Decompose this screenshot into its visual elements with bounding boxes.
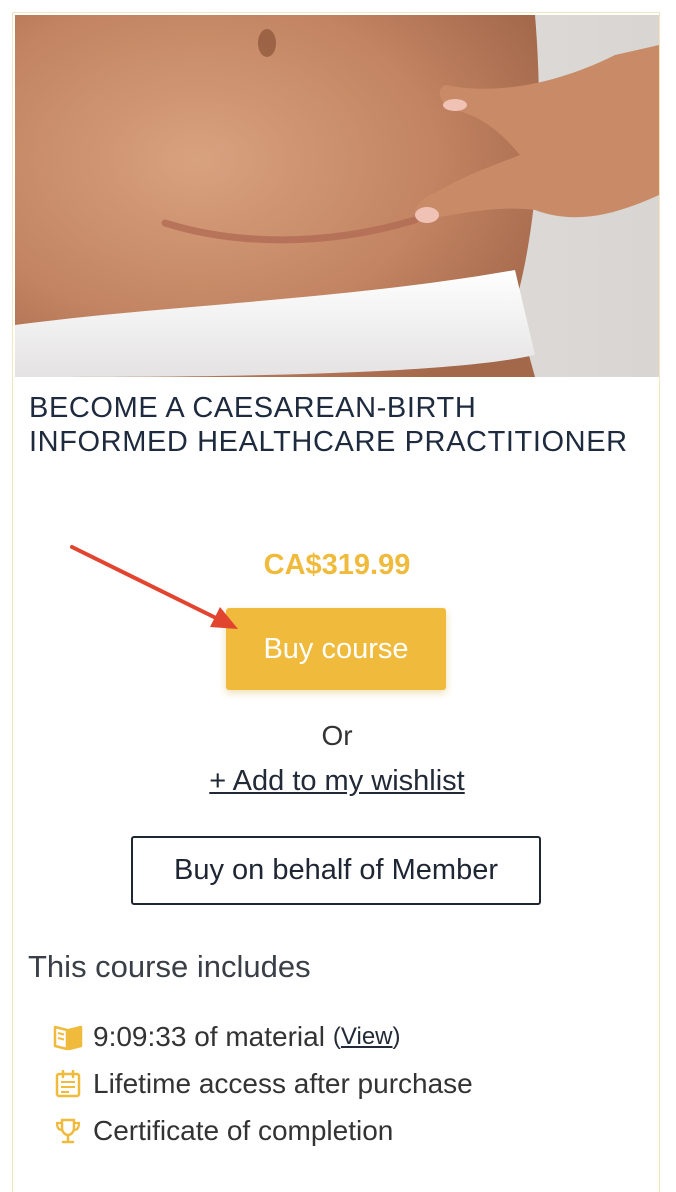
lifetime-access-text: Lifetime access after purchase xyxy=(93,1067,473,1099)
view-material-link[interactable]: View xyxy=(341,1023,393,1050)
includes-list: 9:09:33 of material (View) Lifetime acce… xyxy=(53,1013,473,1154)
or-separator: Or xyxy=(321,720,353,751)
trophy-icon xyxy=(53,1116,83,1146)
calendar-icon xyxy=(53,1069,83,1099)
add-to-wishlist-link[interactable]: + Add to my wishlist xyxy=(13,765,661,798)
list-item: Lifetime access after purchase xyxy=(53,1060,473,1107)
course-title: BECOME A CAESAREAN-BIRTH INFORMED HEALTH… xyxy=(29,392,628,458)
buy-course-button[interactable]: Buy course xyxy=(226,608,446,690)
includes-heading: This course includes xyxy=(28,949,311,984)
list-item: 9:09:33 of material (View) xyxy=(53,1013,473,1060)
material-duration: 9:09:33 of material xyxy=(93,1020,325,1052)
annotation-arrow-icon xyxy=(70,545,238,629)
view-link-wrapper: (View) xyxy=(332,1022,401,1050)
list-item: Certificate of completion xyxy=(53,1107,473,1154)
certificate-text: Certificate of completion xyxy=(93,1114,394,1146)
buy-on-behalf-button[interactable]: Buy on behalf of Member xyxy=(131,836,541,905)
book-icon xyxy=(53,1022,83,1052)
course-image xyxy=(15,15,659,377)
